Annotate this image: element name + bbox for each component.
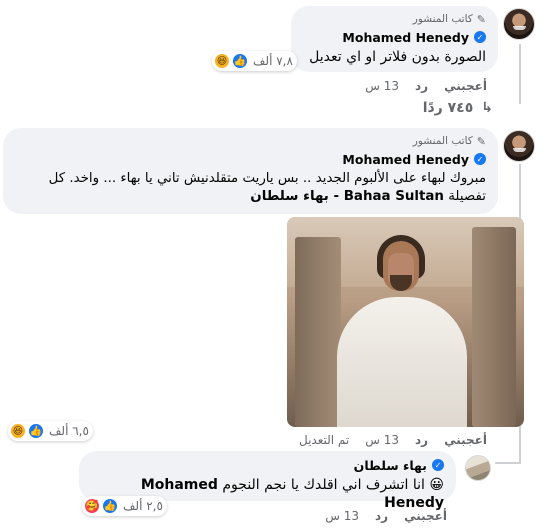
author-badge: ✎ كاتب المنشور bbox=[303, 12, 486, 26]
author-badge-label: كاتب المنشور bbox=[412, 135, 473, 147]
author-badge: ✎ كاتب المنشور bbox=[15, 134, 486, 148]
pen-icon: ✎ bbox=[476, 12, 486, 26]
emoji: 😀 bbox=[429, 477, 444, 493]
photo-robe bbox=[337, 297, 467, 427]
verified-icon: ✓ bbox=[432, 459, 444, 471]
reply-arrow-icon: ↳ bbox=[481, 100, 493, 116]
avatar[interactable] bbox=[503, 130, 535, 162]
like-reaction-icon: 👍 bbox=[102, 498, 118, 514]
replies-count-label[interactable]: ٧٤٥ ردًا bbox=[423, 100, 474, 116]
author-name-row[interactable]: ✓ Mohamed Henedy bbox=[15, 151, 486, 167]
avatar[interactable] bbox=[465, 455, 491, 481]
comment-text: مبروك لبهاء على الألبوم الجديد .. بس يار… bbox=[15, 170, 486, 206]
comment-actions: أعجبني رد 13 س تم التعديل bbox=[299, 432, 487, 448]
like-reaction-icon: 👍 bbox=[232, 53, 248, 69]
verified-icon: ✓ bbox=[474, 153, 486, 165]
comment-text-line: مبروك لبهاء على الألبوم الجديد .. بس يار… bbox=[48, 171, 486, 186]
comment-actions: أعجبني رد 13 س bbox=[325, 508, 447, 524]
timestamp[interactable]: 13 س bbox=[365, 433, 399, 447]
comment-text-body: انا اتشرف اني اقلدك يا نجم النجوم bbox=[222, 477, 425, 493]
reaction-summary[interactable]: 🥰 👍 ٢,٥ ألف bbox=[82, 496, 167, 516]
author-name-row[interactable]: ✓ Mohamed Henedy bbox=[303, 29, 486, 45]
like-action-button[interactable]: أعجبني bbox=[444, 433, 487, 447]
reaction-count: ٦,٥ ألف bbox=[49, 424, 89, 438]
author-name[interactable]: Mohamed Henedy bbox=[342, 152, 469, 167]
thread-line-main bbox=[519, 44, 521, 104]
reaction-count: ٧,٨ ألف bbox=[253, 54, 293, 68]
view-replies-link[interactable]: ↳ ٧٤٥ ردًا bbox=[423, 100, 493, 116]
comment-bubble: ✎ كاتب المنشور ✓ Mohamed Henedy مبروك لب… bbox=[3, 128, 498, 214]
author-name-row[interactable]: ✓ بهاء سلطان bbox=[91, 457, 444, 473]
comment-bubble: ✎ كاتب المنشور ✓ Mohamed Henedy الصورة ب… bbox=[291, 6, 498, 72]
like-action-button[interactable]: أعجبني bbox=[444, 79, 487, 93]
author-name[interactable]: بهاء سلطان bbox=[354, 458, 427, 473]
reaction-summary[interactable]: 😆 👍 ٧,٨ ألف bbox=[212, 51, 297, 71]
comment-actions: أعجبني رد 13 س bbox=[365, 78, 487, 94]
author-name[interactable]: Mohamed Henedy bbox=[342, 30, 469, 45]
like-reaction-icon: 👍 bbox=[28, 423, 44, 439]
avatar[interactable] bbox=[503, 8, 535, 40]
reaction-summary[interactable]: 😆 👍 ٦,٥ ألف bbox=[8, 421, 93, 441]
haha-reaction-icon: 😆 bbox=[214, 53, 230, 69]
timestamp[interactable]: 13 س bbox=[365, 79, 399, 93]
comment-text-line: تفصيلة Bahaa Sultan - بهاء سلطان bbox=[15, 188, 486, 206]
care-reaction-icon: 🥰 bbox=[84, 498, 100, 514]
reply-action-button[interactable]: رد bbox=[415, 79, 428, 93]
like-action-button[interactable]: أعجبني bbox=[404, 509, 447, 523]
comment-bubble: ✓ بهاء سلطان 😀 انا اتشرف اني اقلدك يا نج… bbox=[79, 451, 456, 511]
reply-action-button[interactable]: رد bbox=[415, 433, 428, 447]
author-badge-label: كاتب المنشور bbox=[412, 13, 473, 25]
photo-pillar bbox=[472, 227, 516, 427]
reply-action-button[interactable]: رد bbox=[375, 509, 388, 523]
attached-photo[interactable] bbox=[287, 217, 524, 427]
thread-line-curve bbox=[495, 462, 521, 464]
photo-pillar bbox=[295, 237, 341, 427]
mention-link[interactable]: Bahaa Sultan - بهاء سلطان bbox=[250, 189, 444, 204]
verified-icon: ✓ bbox=[474, 31, 486, 43]
comment-text-prefix: تفصيلة bbox=[443, 189, 486, 204]
timestamp[interactable]: 13 س bbox=[325, 509, 359, 523]
edited-label[interactable]: تم التعديل bbox=[299, 433, 349, 447]
reaction-count: ٢,٥ ألف bbox=[123, 499, 163, 513]
haha-reaction-icon: 😆 bbox=[10, 423, 26, 439]
comment-text: الصورة بدون فلاتر او اي تعديل bbox=[309, 49, 486, 65]
pen-icon: ✎ bbox=[476, 134, 486, 148]
